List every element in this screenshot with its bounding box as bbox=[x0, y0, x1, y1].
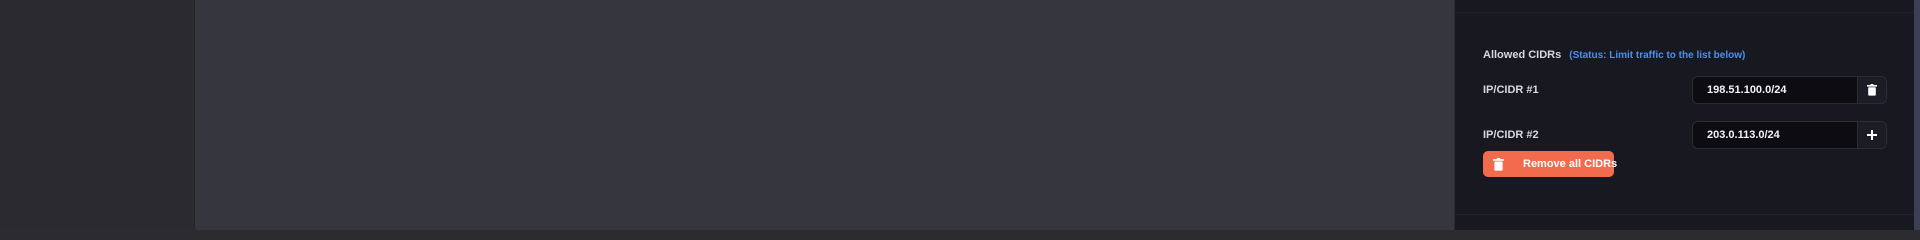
remove-all-cidrs-button[interactable]: Remove all CIDRs bbox=[1483, 151, 1618, 177]
settings-panel: Allowed CIDRs (Status: Limit traffic to … bbox=[1454, 0, 1915, 230]
main-canvas bbox=[195, 0, 1454, 230]
cidr-1-field bbox=[1692, 76, 1887, 104]
plus-icon bbox=[1867, 130, 1877, 140]
app-window: Allowed CIDRs (Status: Limit traffic to … bbox=[0, 0, 1920, 230]
cidr-1-delete-button[interactable] bbox=[1857, 77, 1886, 103]
panel-divider-top bbox=[1455, 12, 1915, 13]
left-sidebar bbox=[0, 0, 195, 230]
panel-divider-bottom bbox=[1455, 214, 1915, 215]
cidr-1-label: IP/CIDR #1 bbox=[1483, 84, 1539, 96]
cidr-1-input[interactable] bbox=[1693, 77, 1857, 103]
cidr-2-input[interactable] bbox=[1693, 122, 1857, 148]
allowed-cidrs-header: Allowed CIDRs (Status: Limit traffic to … bbox=[1483, 48, 1745, 62]
allowed-cidrs-title: Allowed CIDRs bbox=[1483, 49, 1562, 61]
window-edge bbox=[1914, 0, 1920, 230]
remove-all-cidrs-label: Remove all CIDRs bbox=[1523, 158, 1618, 170]
allowed-cidrs-status: (Status: Limit traffic to the list below… bbox=[1569, 49, 1746, 61]
cidr-2-add-button[interactable] bbox=[1857, 122, 1886, 148]
trash-icon bbox=[1867, 84, 1877, 96]
trash-icon bbox=[1493, 157, 1504, 171]
cidr-2-field bbox=[1692, 121, 1887, 149]
cidr-2-label: IP/CIDR #2 bbox=[1483, 129, 1539, 141]
